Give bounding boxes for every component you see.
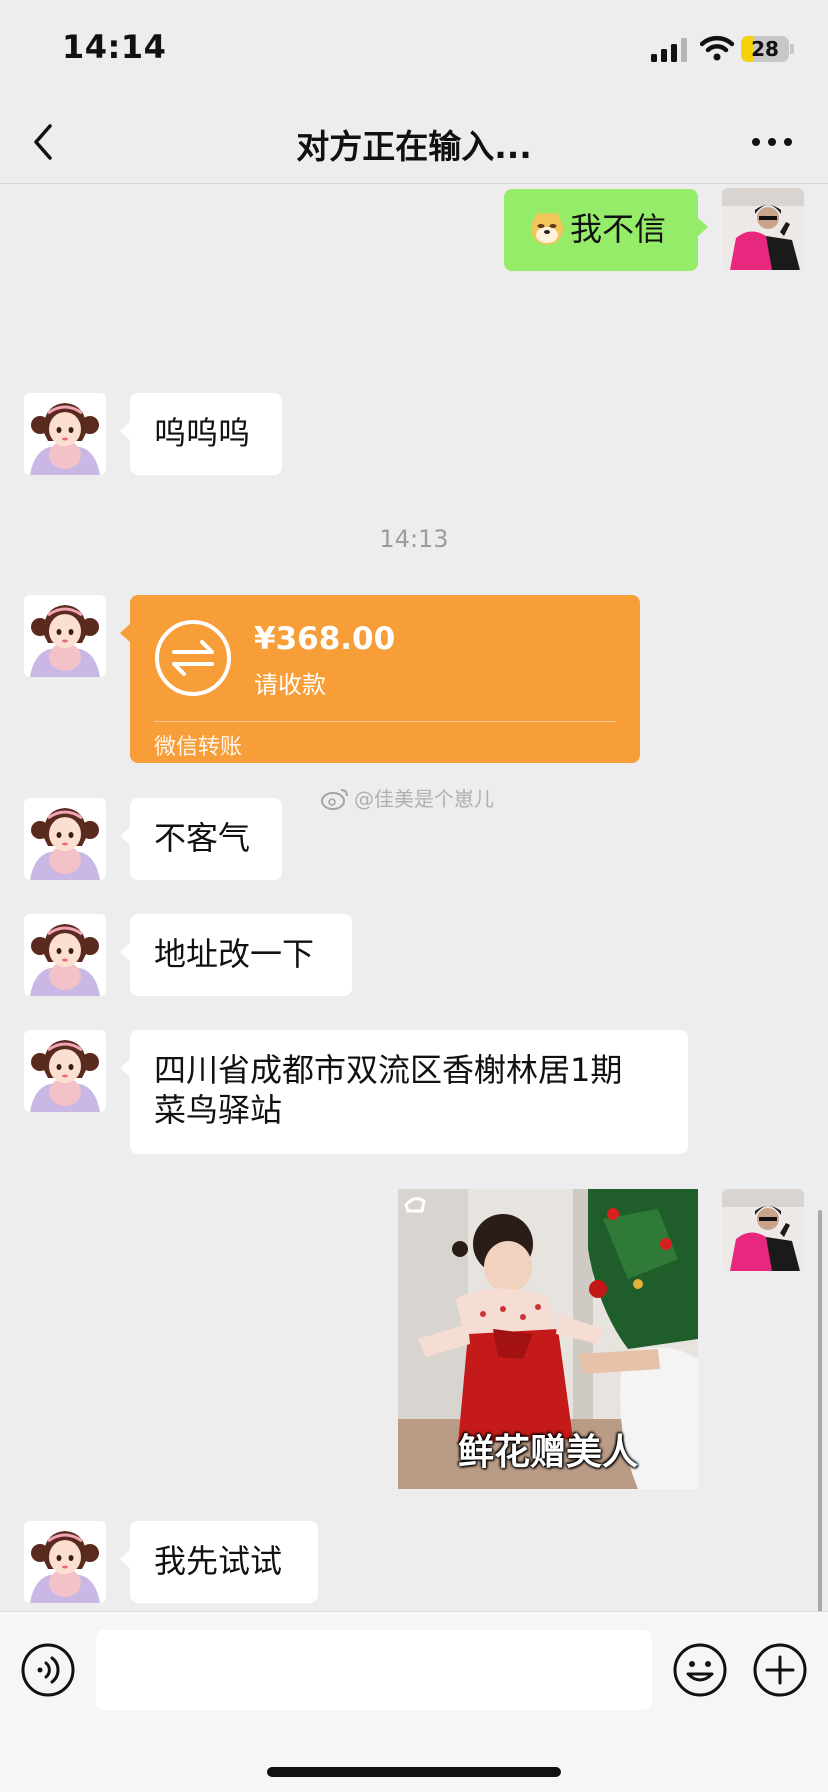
address-line-2: 菜鸟驿站: [154, 1091, 283, 1129]
input-bar: [0, 1611, 828, 1792]
emoji-icon[interactable]: [672, 1642, 728, 1698]
contact-message-text: 呜呜呜: [154, 414, 251, 452]
nav-bar: 对方正在输入...: [0, 100, 828, 184]
contact-avatar-image: [24, 595, 106, 677]
contact-address-bubble[interactable]: 四川省成都市双流区香榭林居1期 菜鸟驿站: [120, 1030, 688, 1154]
wifi-icon: [700, 35, 734, 61]
transfer-note: 请收款: [254, 671, 326, 699]
home-indicator[interactable]: [267, 1767, 561, 1777]
contact-message-bubble[interactable]: 地址改一下: [120, 914, 352, 996]
my-avatar-image: [722, 1189, 804, 1271]
transfer-arrows-icon: [155, 620, 231, 696]
contact-message-bubble[interactable]: 我先试试: [120, 1521, 318, 1603]
contact-avatar[interactable]: [24, 798, 106, 880]
sticker-image[interactable]: 鲜花赠美人: [398, 1189, 698, 1489]
contact-message-bubble[interactable]: 呜呜呜: [120, 393, 282, 475]
message-timestamp: 14:13: [379, 525, 449, 553]
chat-messages[interactable]: 我不信 呜呜呜 14:13 ¥368.00 请收款 微信转账 不客气 @佳美是个…: [0, 185, 828, 1785]
more-options-icon[interactable]: [748, 128, 796, 156]
contact-avatar-image: [24, 1521, 106, 1603]
transfer-amount: ¥368.00: [254, 621, 396, 657]
cellular-signal-icon: [651, 38, 687, 62]
contact-message-text: 不客气: [154, 819, 251, 857]
doge-emoji-icon: [528, 209, 566, 247]
chat-title: 对方正在输入...: [296, 127, 532, 166]
message-input[interactable]: [96, 1630, 652, 1710]
contact-avatar-image: [24, 393, 106, 475]
my-avatar[interactable]: [722, 1189, 804, 1271]
contact-avatar[interactable]: [24, 393, 106, 475]
weibo-logo-icon: [321, 788, 348, 810]
contact-message-text: 地址改一下: [154, 935, 315, 973]
my-message-text: 我不信: [570, 210, 667, 248]
plus-icon[interactable]: [752, 1642, 808, 1698]
my-message-bubble[interactable]: 我不信: [504, 189, 708, 271]
contact-avatar[interactable]: [24, 914, 106, 996]
contact-avatar[interactable]: [24, 595, 106, 677]
status-time: 14:14: [62, 28, 167, 66]
transfer-divider: [154, 721, 616, 722]
status-bar: 14:14 28: [0, 0, 828, 100]
contact-message-bubble[interactable]: 不客气: [120, 798, 282, 880]
watermark-text: @佳美是个崽儿: [354, 787, 494, 811]
transfer-label: 微信转账: [154, 735, 243, 760]
my-avatar[interactable]: [722, 188, 804, 270]
voice-input-icon[interactable]: [20, 1642, 76, 1698]
contact-message-text: 我先试试: [154, 1542, 283, 1580]
battery-level: 28: [751, 37, 779, 61]
contact-avatar-image: [24, 798, 106, 880]
contact-avatar[interactable]: [24, 1030, 106, 1112]
wechat-transfer-card[interactable]: ¥368.00 请收款 微信转账: [120, 595, 640, 763]
battery-indicator: 28: [741, 36, 794, 62]
address-line-1: 四川省成都市双流区香榭林居1期: [154, 1051, 623, 1089]
contact-avatar[interactable]: [24, 1521, 106, 1603]
weibo-watermark: @佳美是个崽儿: [320, 783, 494, 812]
contact-avatar-image: [24, 914, 106, 996]
sticker-caption: 鲜花赠美人: [457, 1432, 638, 1473]
my-avatar-image: [722, 188, 804, 270]
contact-avatar-image: [24, 1030, 106, 1112]
